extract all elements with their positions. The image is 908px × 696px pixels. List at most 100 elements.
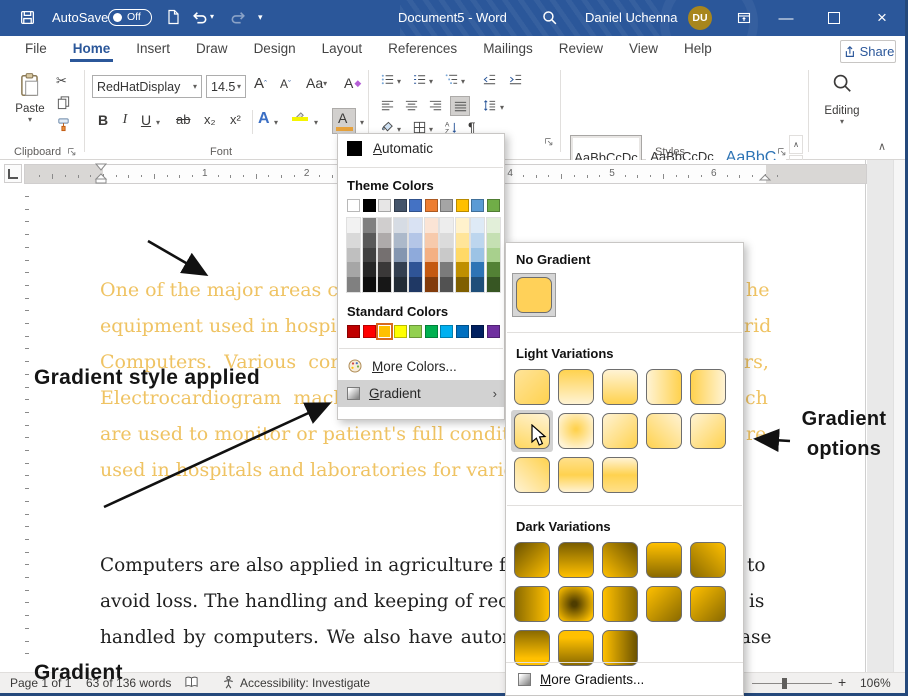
- highlight-chevron-icon[interactable]: ▾: [314, 118, 318, 127]
- theme-color-8[interactable]: [471, 199, 484, 212]
- document-text-line[interactable]: ch: [745, 387, 768, 409]
- standard-color-1[interactable]: [363, 325, 376, 338]
- gradient-item[interactable]: Gradient ›: [338, 380, 504, 407]
- theme-variant-9-3[interactable]: [487, 262, 500, 277]
- theme-variant-7-2[interactable]: [456, 248, 469, 263]
- dark-gradient-2[interactable]: [602, 542, 638, 578]
- tab-view[interactable]: View: [616, 36, 671, 62]
- theme-variant-0-2[interactable]: [347, 248, 360, 263]
- ribbon-display-options-icon[interactable]: [736, 10, 752, 26]
- tab-selector[interactable]: [4, 164, 22, 183]
- cut-icon[interactable]: ✂: [56, 73, 67, 89]
- theme-variant-1-0[interactable]: [363, 218, 376, 233]
- format-painter-icon[interactable]: [56, 117, 71, 132]
- quick-access-chevron-icon[interactable]: ▾: [258, 12, 263, 23]
- theme-variant-8-3[interactable]: [471, 262, 484, 277]
- indent-markers[interactable]: [94, 163, 110, 185]
- avatar[interactable]: DU: [688, 6, 712, 30]
- document-text-line[interactable]: rs,: [744, 351, 769, 373]
- light-gradient-12[interactable]: [602, 457, 638, 493]
- document-text-line[interactable]: rid: [744, 315, 771, 337]
- dark-gradient-3[interactable]: [646, 542, 682, 578]
- dark-gradient-7[interactable]: [602, 586, 638, 622]
- theme-variant-8-4[interactable]: [471, 277, 484, 292]
- theme-variant-5-2[interactable]: [425, 248, 438, 263]
- theme-variant-0-4[interactable]: [347, 277, 360, 292]
- bold-button[interactable]: B: [94, 112, 112, 128]
- theme-variant-1-2[interactable]: [363, 248, 376, 263]
- font-color-button[interactable]: A: [332, 108, 356, 134]
- theme-variant-2-0[interactable]: [378, 218, 391, 233]
- line-spacing-chevron-icon[interactable]: ▾: [500, 103, 504, 112]
- dark-gradient-10[interactable]: [514, 630, 550, 666]
- theme-variant-5-0[interactable]: [425, 218, 438, 233]
- multilevel-list-icon[interactable]: [444, 72, 459, 87]
- tab-insert[interactable]: Insert: [123, 36, 183, 62]
- zoom-level[interactable]: 106%: [860, 676, 891, 690]
- theme-variant-9-1[interactable]: [487, 233, 500, 248]
- theme-color-1[interactable]: [363, 199, 376, 212]
- document-text-line[interactable]: is: [749, 591, 764, 612]
- theme-variant-2-2[interactable]: [378, 248, 391, 263]
- theme-variant-3-3[interactable]: [394, 262, 407, 277]
- shrink-font-button[interactable]: Aˇ: [280, 77, 291, 91]
- font-size-combo[interactable]: 14.5▾: [206, 75, 246, 98]
- align-left-icon[interactable]: [380, 98, 395, 113]
- theme-variant-3-4[interactable]: [394, 277, 407, 292]
- dark-gradient-8[interactable]: [646, 586, 682, 622]
- standard-color-3[interactable]: [394, 325, 407, 338]
- save-icon[interactable]: [19, 9, 36, 26]
- tab-review[interactable]: Review: [546, 36, 616, 62]
- italic-button[interactable]: I: [118, 112, 132, 128]
- theme-variant-8-2[interactable]: [471, 248, 484, 263]
- document-text-line[interactable]: re: [746, 423, 766, 445]
- numbering-icon[interactable]: [412, 72, 427, 87]
- theme-variant-9-0[interactable]: [487, 218, 500, 233]
- bullets-chevron-icon[interactable]: ▾: [397, 77, 401, 86]
- theme-variant-4-0[interactable]: [409, 218, 422, 233]
- theme-variant-3-1[interactable]: [394, 233, 407, 248]
- theme-variant-1-3[interactable]: [363, 262, 376, 277]
- theme-variant-0-3[interactable]: [347, 262, 360, 277]
- theme-color-3[interactable]: [394, 199, 407, 212]
- document-text-line[interactable]: he: [746, 279, 769, 301]
- theme-variant-5-1[interactable]: [425, 233, 438, 248]
- decrease-indent-icon[interactable]: [482, 72, 497, 87]
- document-text-line[interactable]: avoid loss. The handling and keeping of …: [100, 591, 574, 612]
- paste-button[interactable]: Paste ▾: [10, 70, 50, 134]
- proofing-icon[interactable]: [184, 675, 199, 690]
- tab-home[interactable]: Home: [60, 36, 124, 62]
- align-center-icon[interactable]: [404, 98, 419, 113]
- document-text-line[interactable]: are used to monitor or patient's full co…: [100, 423, 546, 445]
- theme-color-6[interactable]: [440, 199, 453, 212]
- editing-button[interactable]: Editing ▾: [816, 72, 868, 126]
- theme-variant-0-0[interactable]: [347, 218, 360, 233]
- theme-variant-5-3[interactable]: [425, 262, 438, 277]
- undo-dropdown-icon[interactable]: ▾: [210, 12, 214, 21]
- dark-gradient-6[interactable]: [558, 586, 594, 622]
- dark-gradient-4[interactable]: [690, 542, 726, 578]
- theme-variant-3-0[interactable]: [394, 218, 407, 233]
- increase-indent-icon[interactable]: [508, 72, 523, 87]
- zoom-in-button[interactable]: +: [838, 674, 846, 690]
- theme-color-2[interactable]: [378, 199, 391, 212]
- accessibility-status[interactable]: Accessibility: Investigate: [240, 676, 370, 690]
- font-color-chevron-icon[interactable]: ▾: [360, 118, 364, 127]
- theme-variant-4-4[interactable]: [409, 277, 422, 292]
- redo-icon[interactable]: [230, 9, 247, 26]
- tab-help[interactable]: Help: [671, 36, 725, 62]
- dark-gradient-0[interactable]: [514, 542, 550, 578]
- clipboard-dialog-launcher-icon[interactable]: [66, 146, 77, 157]
- theme-variant-7-4[interactable]: [456, 277, 469, 292]
- change-case-button[interactable]: Aa▾: [306, 75, 327, 91]
- share-button[interactable]: Share: [840, 40, 896, 63]
- theme-variant-8-1[interactable]: [471, 233, 484, 248]
- light-gradient-1[interactable]: [558, 369, 594, 405]
- styles-scroll-up-icon[interactable]: ∧: [789, 135, 803, 154]
- right-indent-marker[interactable]: [758, 174, 772, 184]
- theme-variant-9-4[interactable]: [487, 277, 500, 292]
- document-text-line[interactable]: handled by computers. We also have autom…: [100, 627, 561, 648]
- theme-variant-4-1[interactable]: [409, 233, 422, 248]
- light-gradient-11[interactable]: [558, 457, 594, 493]
- font-name-combo[interactable]: RedHatDisplay▾: [92, 75, 202, 98]
